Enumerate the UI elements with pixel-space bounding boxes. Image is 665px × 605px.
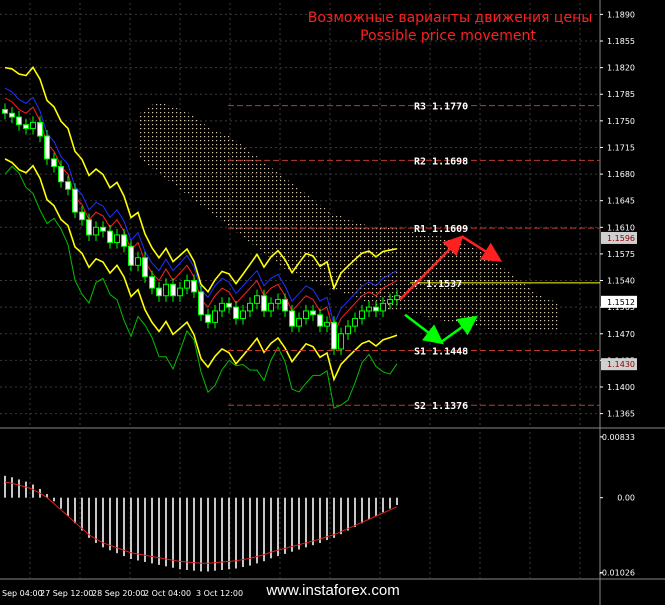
candle-body: [198, 291, 204, 316]
candle-body: [72, 188, 78, 213]
candle-body: [135, 257, 141, 266]
candle-body: [282, 299, 288, 312]
candle-body: [16, 116, 22, 126]
candle-body: [37, 121, 43, 137]
watermark: www.instaforex.com: [265, 582, 399, 599]
candle-body: [191, 280, 197, 293]
price-tick-label: 1.1820: [607, 64, 635, 73]
candle-body: [394, 295, 400, 301]
forecast-chart: R3 1.1770 R2 1.1698 R1 1.1609 P 1.1537 S1 1.…: [0, 0, 665, 605]
candle-body: [170, 283, 176, 297]
candle-body: [100, 226, 106, 232]
price-tick-label: 1.1365: [607, 410, 635, 419]
candle-body: [352, 318, 358, 327]
candle-body: [254, 295, 260, 304]
candle-body: [114, 234, 120, 244]
candle-body: [121, 234, 127, 247]
time-tick-label: 28 Sep 20:00: [92, 589, 145, 598]
candle-body: [212, 310, 218, 323]
candle-body: [177, 287, 183, 297]
candle-body: [219, 302, 225, 312]
price-marker-label: 1.1430: [607, 360, 635, 369]
price-tick-label: 1.1715: [607, 143, 635, 152]
candle-body: [9, 112, 15, 118]
price-tick-label: 1.1540: [607, 277, 635, 286]
candle-body: [373, 306, 379, 312]
price-tick-label: 1.1890: [607, 10, 635, 19]
level-label-r3: R3 1.1770: [414, 102, 468, 113]
candle-body: [142, 257, 148, 278]
price-marker-label: 1.1596: [607, 234, 635, 243]
candle-body: [289, 310, 295, 327]
time-tick-label: 27 Sep 12:00: [40, 589, 93, 598]
price-tick-label: 1.1610: [607, 223, 635, 232]
price-tick-label: 1.1855: [607, 37, 635, 46]
candle-body: [233, 306, 239, 320]
price-tick-label: 1.1750: [607, 117, 635, 126]
price-tick-label: 1.1680: [607, 170, 635, 179]
candle-body: [387, 299, 393, 304]
price-tick-label: 1.1645: [607, 197, 635, 206]
macd-tick-label: 0.00833: [602, 433, 635, 442]
candle-body: [44, 135, 50, 160]
candle-body: [156, 287, 162, 297]
price-marker-label: 1.1512: [607, 298, 635, 307]
candle-body: [303, 310, 309, 320]
price-tick-label: 1.1785: [607, 90, 635, 99]
macd-tick-label: -0.01026: [599, 569, 635, 578]
level-label-p: P 1.1537: [414, 279, 462, 290]
macd-tick-label: 0.00: [617, 494, 635, 503]
candle-body: [51, 158, 57, 167]
level-label-s1: S1 1.1448: [414, 346, 468, 357]
chart-title: Возможные варианты движения цены: [308, 10, 593, 26]
candle-body: [86, 219, 92, 236]
candle-body: [58, 165, 64, 183]
candle-body: [23, 124, 29, 129]
candle-body: [79, 211, 85, 221]
candle-body: [345, 325, 351, 335]
price-tick-label: 1.1575: [607, 250, 635, 259]
candle-body: [317, 314, 323, 327]
candle-body: [30, 121, 36, 129]
candle-body: [2, 108, 8, 114]
candle-body: [163, 283, 169, 297]
candle-body: [310, 310, 316, 316]
candle-body: [331, 321, 337, 350]
candle-body: [338, 333, 344, 350]
time-tick-label: 2 Oct 04:00: [144, 589, 191, 598]
candle-body: [247, 302, 253, 312]
level-label-r1: R1 1.1609: [414, 224, 468, 235]
candle-body: [65, 181, 71, 190]
candle-body: [205, 314, 211, 323]
candle-body: [366, 306, 372, 312]
price-tick-label: 1.1400: [607, 383, 635, 392]
candle-body: [93, 226, 99, 236]
candle-body: [359, 310, 365, 320]
candle-body: [380, 302, 386, 312]
candle-body: [128, 245, 134, 266]
candle-body: [240, 310, 246, 320]
time-tick-label: Sep 04:00: [2, 589, 43, 598]
candle-body: [261, 295, 267, 312]
candle-body: [275, 299, 281, 304]
candle-body: [184, 280, 190, 289]
candle-body: [226, 302, 232, 308]
candle-body: [296, 318, 302, 327]
level-label-r2: R2 1.1698: [414, 156, 468, 167]
price-tick-label: 1.1470: [607, 330, 635, 339]
chart-background: [0, 0, 665, 605]
candle-body: [149, 276, 155, 289]
level-label-s2: S2 1.1376: [414, 401, 468, 412]
chart-subtitle: Possible price movement: [360, 28, 536, 44]
candle-body: [324, 321, 330, 327]
candle-body: [268, 302, 274, 312]
candle-body: [107, 230, 113, 244]
time-tick-label: 3 Oct 12:00: [196, 589, 243, 598]
